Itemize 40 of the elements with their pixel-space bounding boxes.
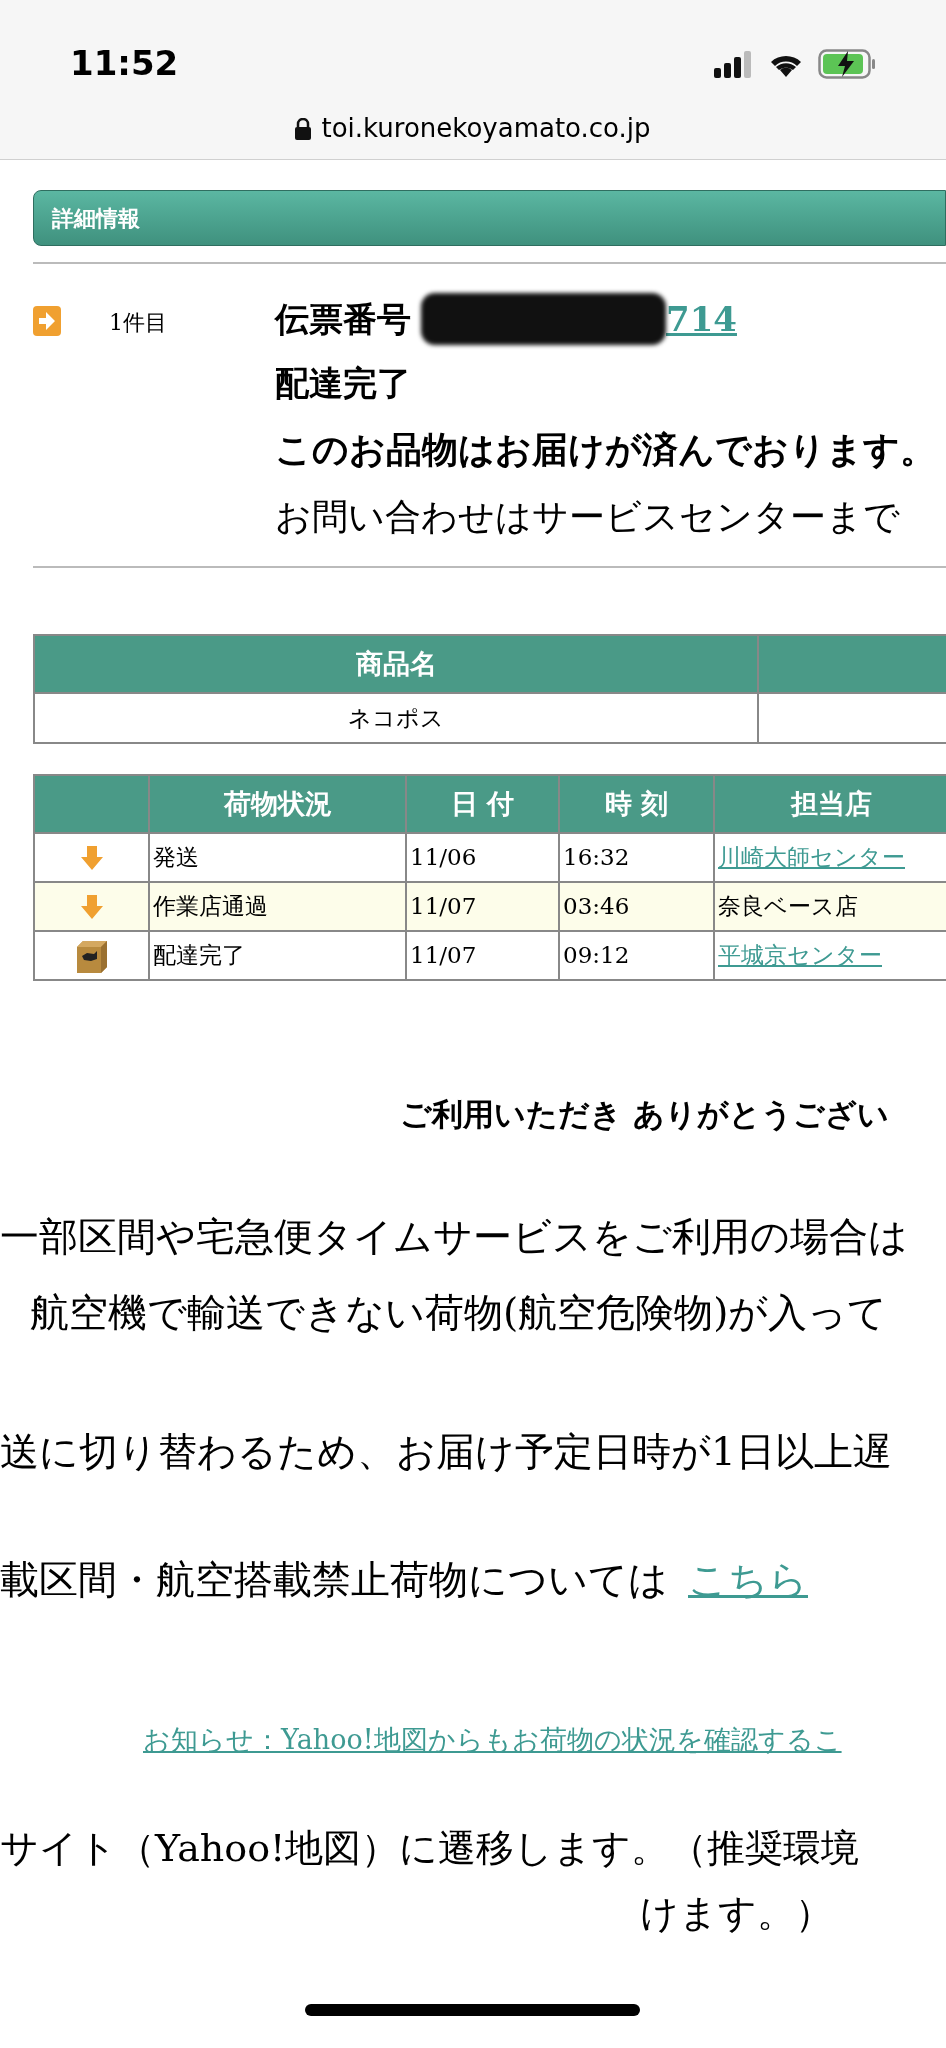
yahoo-map-notice-text: サイト（Yahoo!地図）に遷移します。（推奨環境: [0, 1825, 860, 1872]
column-header: 時 刻: [604, 786, 669, 821]
table-cell-text: ネコポス: [348, 703, 444, 733]
column-header: 商品名: [355, 646, 437, 681]
table-cell-text: 16:32: [563, 843, 630, 873]
inquiry-text: お問い合わせはサービスセンターまで: [275, 495, 901, 539]
column-header: 荷物状況: [223, 786, 332, 821]
here-link[interactable]: こちら: [688, 1551, 808, 1610]
tracking-number-link[interactable]: 714: [666, 293, 737, 345]
notice-text: 一部区間や宅急便タイムサービスをご利用の場合は: [0, 1212, 908, 1261]
table-cell-text: 作業店通過: [153, 892, 268, 922]
column-header: 担当店: [791, 786, 872, 821]
page-url[interactable]: toi.kuronekoyamato.co.jp: [321, 109, 651, 148]
clock-time: 11:52: [70, 42, 179, 85]
delay-notice: 送に切り替わるため、お届け予定日時が1日以上遅: [0, 1428, 892, 1474]
table-cell-text: 配達完了: [153, 941, 245, 971]
delivery-status: 配達完了: [275, 362, 412, 405]
column-header: 日 付: [450, 786, 515, 821]
store-link[interactable]: 平城京センター: [718, 938, 882, 973]
air-restriction-text: 載区間・航空搭載禁止荷物については: [0, 1556, 668, 1604]
lock-icon: [295, 117, 312, 140]
thanks-message: ご利用いただき ありがとうござい: [400, 1096, 889, 1132]
table-cell-text: 09:12: [563, 941, 630, 971]
table-cell-text: 11/06: [410, 843, 477, 873]
table-cell-text: 発送: [153, 843, 199, 873]
section-header-bar: 詳細情報: [33, 190, 946, 246]
table-cell-text: 03:46: [563, 892, 630, 922]
signal-icon: [714, 49, 754, 78]
yahoo-map-notice-text: けます。）: [640, 1890, 833, 1937]
yahoo-map-notice-link[interactable]: お知らせ：Yahoo!地図からもお荷物の状況を確認するこ: [143, 1723, 842, 1755]
table-cell-text: 奈良ベース店: [718, 892, 858, 922]
tracking-number-label: 伝票番号: [275, 297, 411, 341]
table-cell-text: 11/07: [410, 941, 477, 971]
battery-charging-icon: [818, 48, 876, 79]
arrow-right-icon: [33, 306, 61, 336]
delivered-message: このお品物はお届けが済んでおります。: [275, 427, 936, 472]
table-cell-text: 11/07: [410, 892, 477, 922]
item-count-label: 1件目: [109, 309, 168, 337]
store-link[interactable]: 川崎大師センター: [718, 840, 905, 875]
notice-text: 航空機で輸送できない荷物(航空危険物)が入って: [30, 1289, 888, 1337]
